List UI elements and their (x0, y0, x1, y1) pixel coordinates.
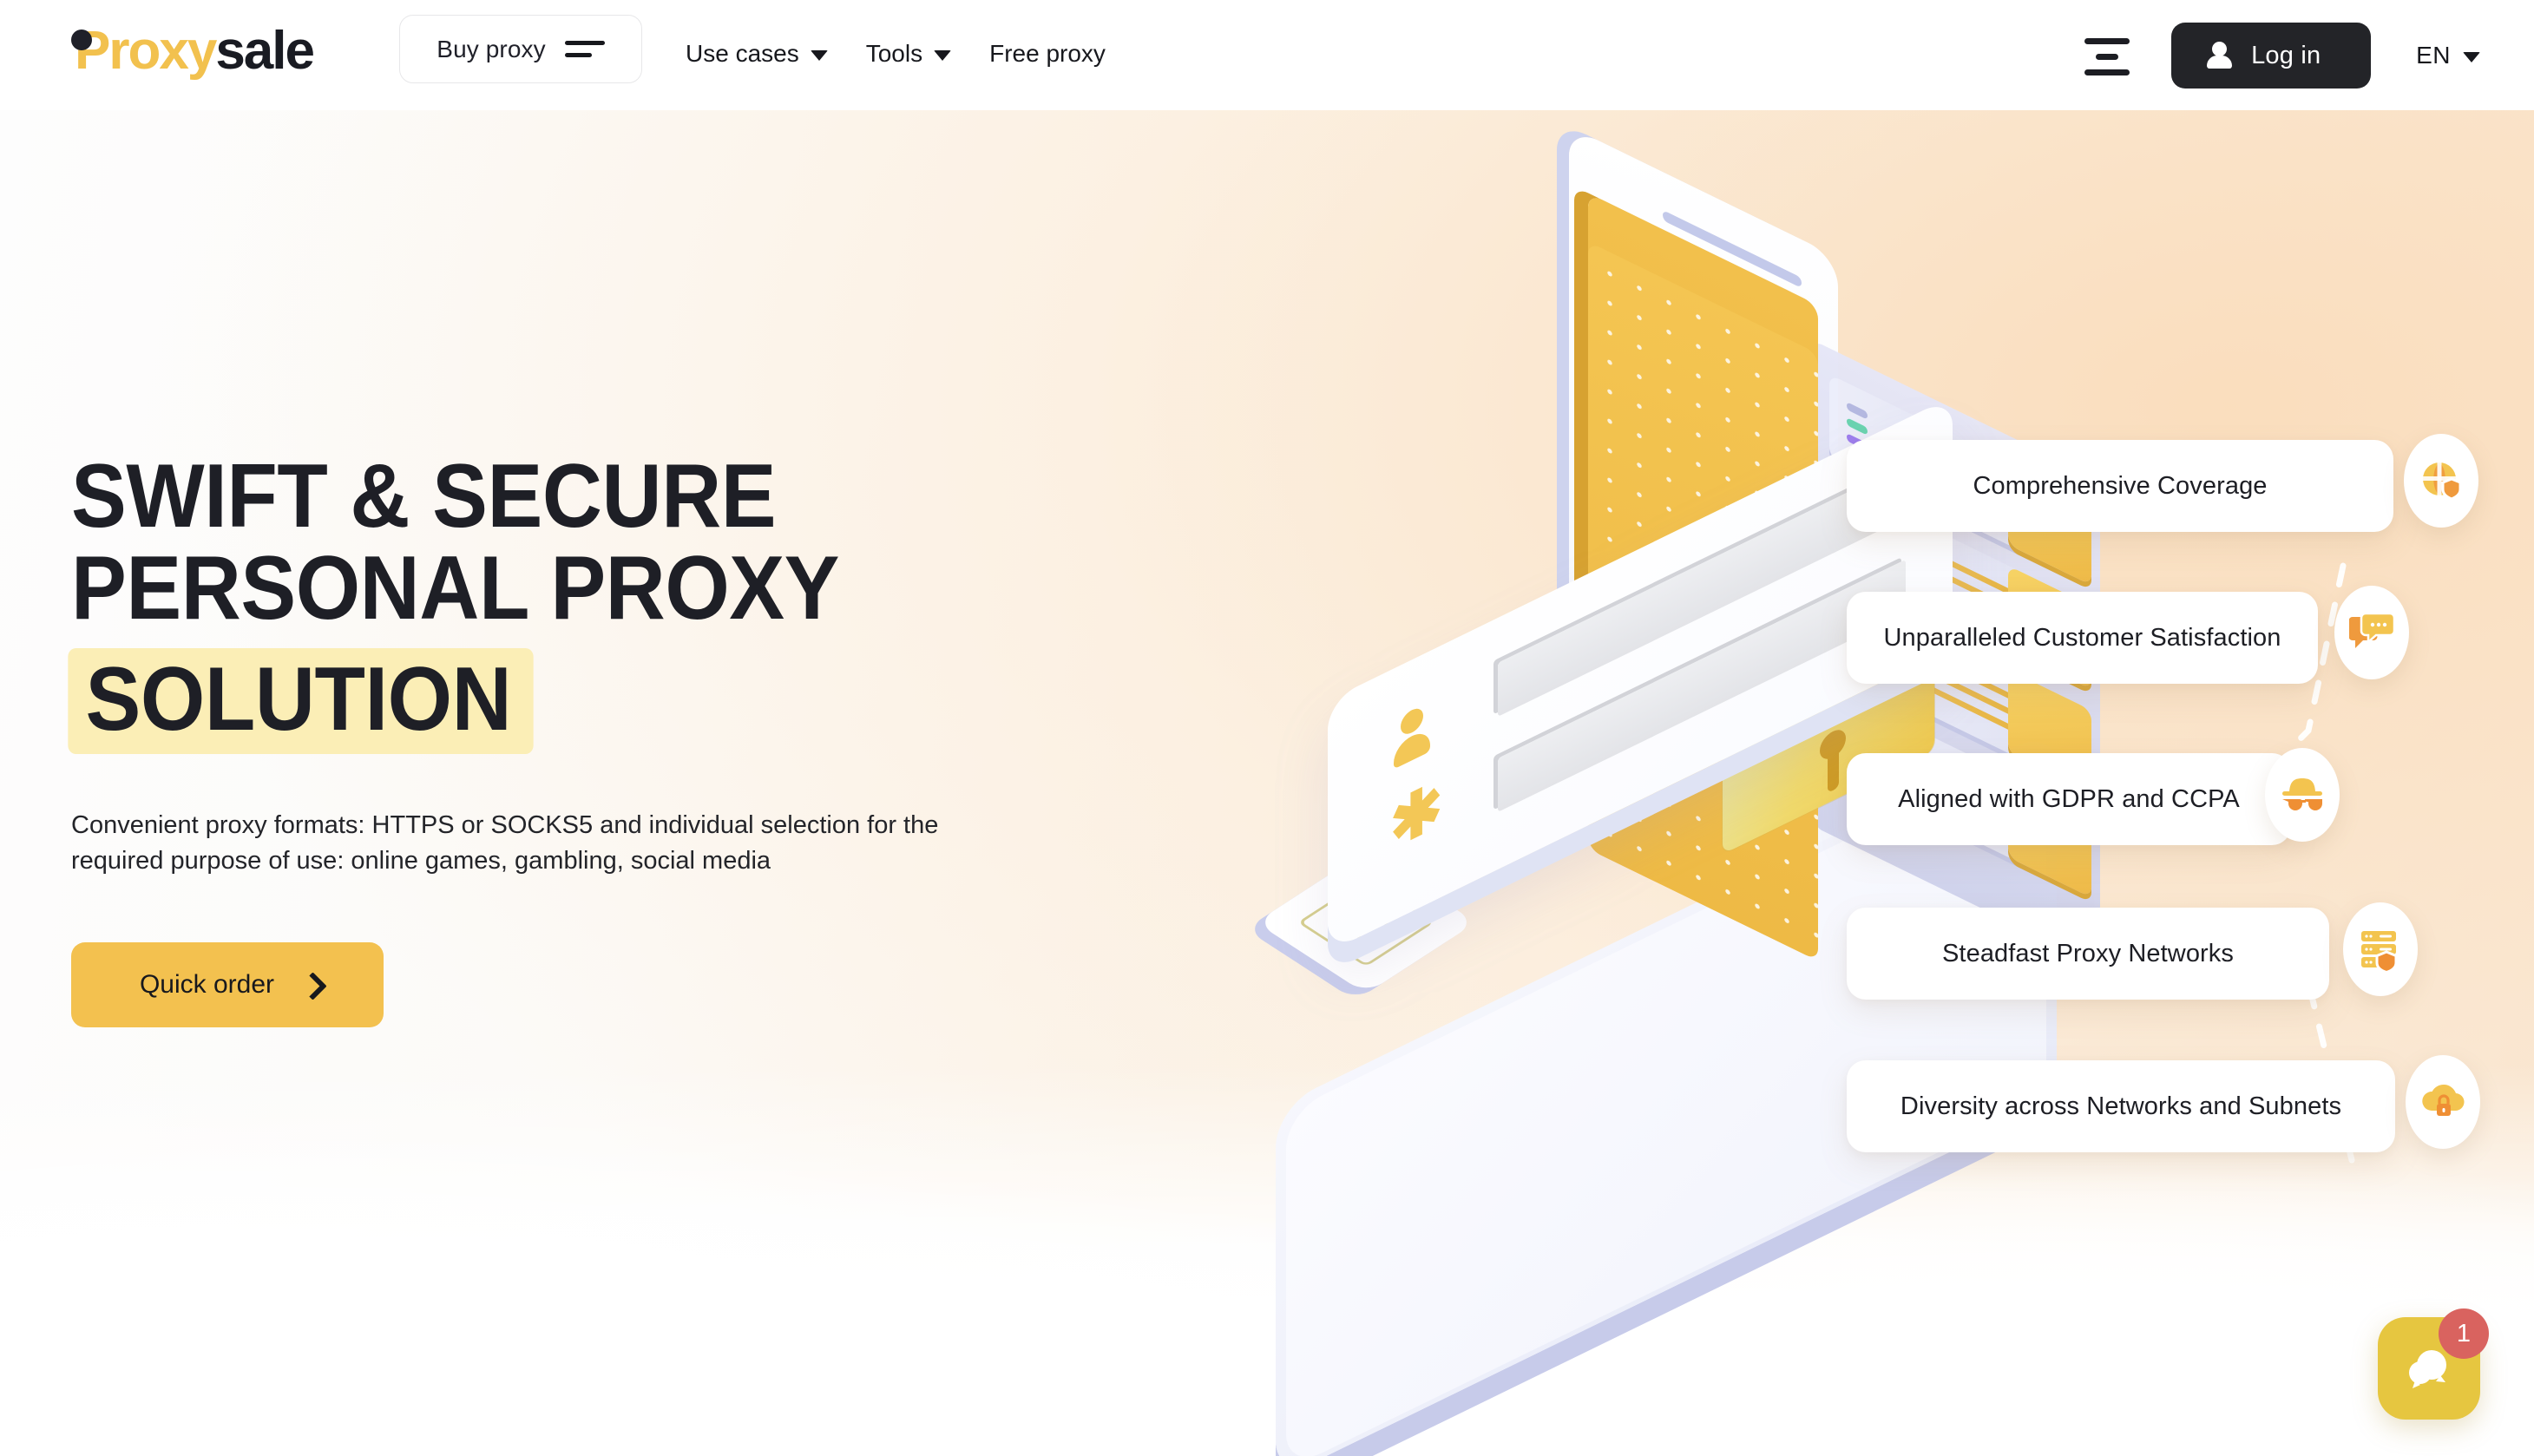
chat-unread-badge: 1 (2439, 1308, 2489, 1359)
chevron-down-icon (934, 50, 952, 61)
site-logo[interactable]: Proxysale (71, 21, 315, 81)
quick-order-label: Quick order (139, 969, 275, 999)
logo-dot-icon (71, 30, 92, 50)
nav-label-use-cases: Use cases (686, 40, 799, 67)
nav-item-free-proxy[interactable]: Free proxy (989, 40, 1106, 68)
feature-card-diversity-networks[interactable]: Diversity across Networks and Subnets (1847, 1060, 2395, 1152)
form-user-icon (1390, 695, 1439, 772)
hero-subtitle: Convenient proxy formats: HTTPS or SOCKS… (71, 811, 939, 876)
feature-card-steadfast-networks[interactable]: Steadfast Proxy Networks (1847, 908, 2329, 1000)
title-line-2: PERSONAL PROXY (71, 538, 840, 639)
incognito-icon[interactable] (2265, 748, 2340, 842)
language-selector[interactable]: EN (2416, 42, 2480, 69)
feature-label-2: Aligned with GDPR and CCPA (1898, 784, 2240, 813)
form-password-icon: ✱ (1390, 768, 1443, 863)
server-shield-icon[interactable] (2343, 902, 2418, 996)
chevron-down-icon (810, 50, 828, 61)
globe-shield-icon[interactable] (2404, 434, 2478, 528)
feature-label-4: Diversity across Networks and Subnets (1900, 1092, 2342, 1120)
buy-proxy-label: Buy proxy (437, 35, 546, 62)
header-actions: Log in EN (2084, 23, 2480, 89)
logo-sale-text: sale (215, 21, 315, 81)
title-highlight: SOLUTION (68, 648, 534, 755)
menu-lines-icon (564, 41, 605, 57)
feature-card-gdpr-ccpa[interactable]: Aligned with GDPR and CCPA (1847, 753, 2291, 845)
nav-item-use-cases[interactable]: Use cases (686, 40, 828, 68)
chat-bubbles-icon[interactable] (2334, 586, 2409, 679)
feature-card-comprehensive-coverage[interactable]: Comprehensive Coverage (1847, 440, 2393, 532)
feature-label-3: Steadfast Proxy Networks (1941, 939, 2235, 967)
page-title: SWIFT & SECURE PERSONAL PROXY SOLUTION (68, 446, 1014, 755)
quick-order-button[interactable]: Quick order (71, 941, 384, 1027)
chat-widget-button[interactable]: 1 (2378, 1308, 2489, 1420)
feature-label-0: Comprehensive Coverage (1973, 471, 2268, 500)
user-icon (2206, 42, 2233, 69)
chevron-right-icon (302, 974, 315, 996)
login-label: Log in (2251, 41, 2321, 69)
hero-copy: SWIFT & SECURE PERSONAL PROXY SOLUTION C… (68, 446, 1095, 1027)
feature-label-1: Unparalleled Customer Satisfaction (1883, 623, 2281, 652)
logo-proxy-text: Proxy (75, 21, 217, 81)
title-line-1: SWIFT & SECURE (71, 446, 777, 547)
nav-label-tools: Tools (865, 40, 923, 67)
login-button[interactable]: Log in (2171, 23, 2372, 89)
chevron-down-icon (2463, 52, 2480, 62)
site-header: Proxysale Buy proxy Use cases Tools Free… (0, 0, 2534, 110)
cloud-lock-icon[interactable] (2406, 1055, 2480, 1149)
language-label: EN (2416, 42, 2451, 69)
hamburger-menu-icon[interactable] (2084, 34, 2133, 79)
nav-item-tools[interactable]: Tools (865, 40, 952, 68)
page-root: Proxysale Buy proxy Use cases Tools Free… (0, 0, 2534, 1456)
nav-label-free-proxy: Free proxy (989, 40, 1106, 67)
feature-card-customer-satisfaction[interactable]: Unparalleled Customer Satisfaction (1847, 592, 2318, 684)
main-nav: Use cases Tools Free proxy (686, 40, 1106, 68)
buy-proxy-button[interactable]: Buy proxy (399, 15, 642, 83)
